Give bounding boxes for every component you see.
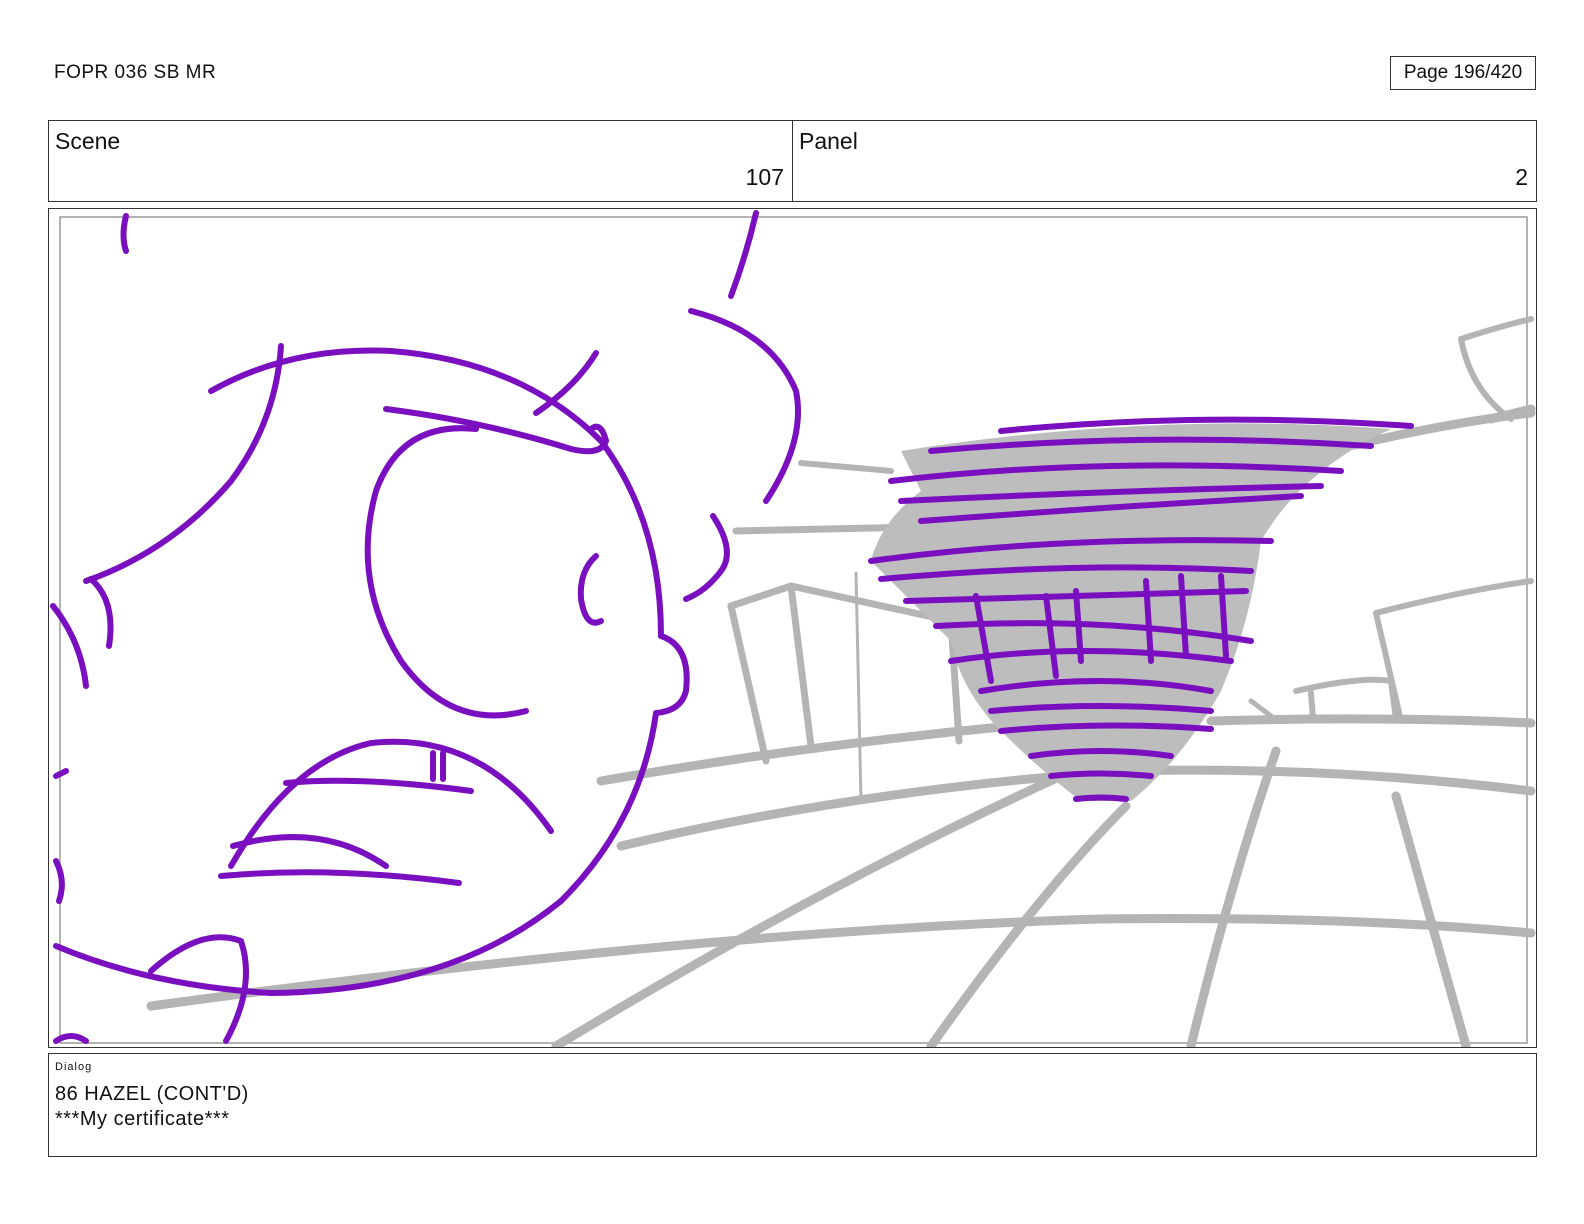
scene-panel-info: Scene 107 Panel 2 <box>48 120 1537 202</box>
storyboard-frame <box>48 208 1537 1048</box>
dialog-speech-line: ***My certificate*** <box>55 1108 230 1130</box>
panel-label: Panel <box>799 128 858 154</box>
scene-number: 107 <box>745 164 784 190</box>
panel-cell: Panel 2 <box>792 121 1536 201</box>
scene-label: Scene <box>55 128 121 154</box>
dialog-label: Dialog <box>55 1061 93 1073</box>
dialog-speaker-line: 86 HAZEL (CONT'D) <box>55 1083 249 1105</box>
tornado-drawing <box>868 416 1414 802</box>
dialog-box: Dialog 86 HAZEL (CONT'D) ***My certifica… <box>48 1053 1537 1157</box>
scene-cell: Scene 107 <box>49 121 792 201</box>
dialog-text: 86 HAZEL (CONT'D) ***My certificate*** <box>55 1082 249 1132</box>
panel-number: 2 <box>1515 164 1528 190</box>
page-counter: Page 196/420 <box>1390 56 1536 90</box>
hazel-character-drawing <box>50 210 801 1044</box>
storyboard-drawing <box>50 210 1536 1047</box>
document-title: FOPR 036 SB MR <box>54 62 217 83</box>
